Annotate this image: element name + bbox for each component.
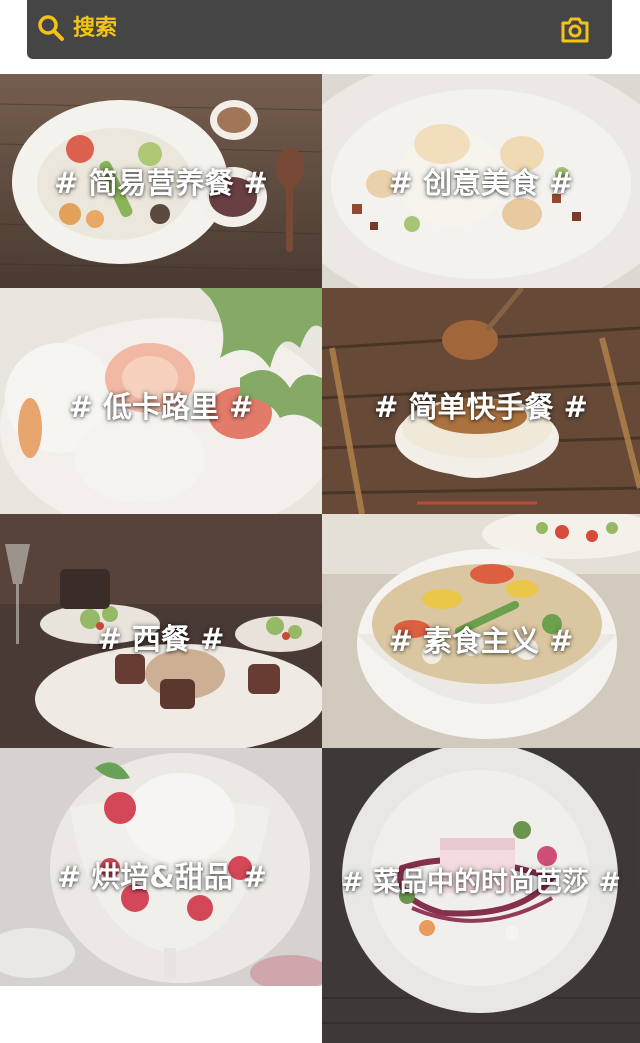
category-label: # 创意美食 # bbox=[388, 166, 574, 200]
search-icon[interactable] bbox=[37, 14, 65, 42]
search-input[interactable]: 搜索 bbox=[73, 14, 117, 44]
category-tile-western[interactable]: # 西餐 # bbox=[0, 514, 322, 748]
category-tile-vegetarian[interactable]: # 素食主义 # bbox=[322, 514, 640, 748]
category-tile-baking-dessert[interactable]: # 烘培&甜品 # bbox=[0, 748, 324, 986]
search-bar[interactable]: 搜索 bbox=[27, 0, 612, 59]
page: 搜索 # 简易营养餐 # # 创意美食 # # 低卡路里 # # 简单快手餐 #… bbox=[0, 0, 640, 1043]
category-tile-quick-meal[interactable]: # 简单快手餐 # bbox=[322, 288, 640, 514]
category-label: # 简单快手餐 # bbox=[374, 390, 588, 424]
category-tile-creative[interactable]: # 创意美食 # bbox=[322, 74, 640, 288]
category-label: # 低卡路里 # bbox=[68, 390, 254, 424]
category-label: # 简易营养餐 # bbox=[54, 166, 268, 200]
category-label: # 菜品中的时尚芭莎 # bbox=[340, 867, 622, 898]
category-label: # 烘培&甜品 # bbox=[56, 860, 268, 894]
category-tile-nutrition[interactable]: # 简易营养餐 # bbox=[0, 74, 322, 288]
camera-icon[interactable] bbox=[559, 14, 591, 46]
category-tile-low-calorie[interactable]: # 低卡路里 # bbox=[0, 288, 322, 514]
category-tile-fashion-dishes[interactable]: # 菜品中的时尚芭莎 # bbox=[322, 748, 640, 1043]
category-label: # 西餐 # bbox=[97, 622, 225, 656]
category-label: # 素食主义 # bbox=[388, 624, 574, 658]
